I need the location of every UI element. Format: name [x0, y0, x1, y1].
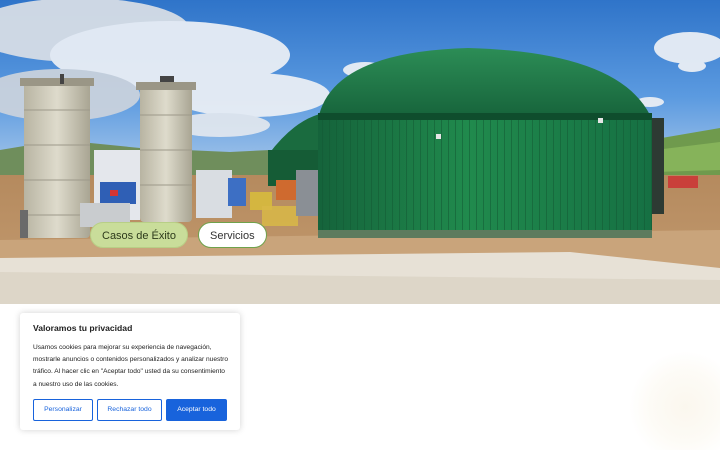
cookie-title: Valoramos tu privacidad: [33, 323, 133, 333]
accept-all-button[interactable]: Aceptar todo: [166, 398, 227, 421]
decorative-glow: [630, 352, 720, 450]
reject-all-button[interactable]: Rechazar todo: [97, 398, 162, 421]
success-stories-button[interactable]: Casos de Éxito: [90, 222, 188, 248]
customize-button[interactable]: Personalizar: [33, 398, 93, 421]
services-button[interactable]: Servicios: [197, 222, 267, 248]
cookie-actions: Personalizar Rechazar todo Aceptar todo: [33, 398, 227, 421]
page: Casos de Éxito Servicios Valoramos tu pr…: [0, 0, 720, 450]
cookie-banner: Valoramos tu privacidad Usamos cookies p…: [20, 313, 240, 430]
cookie-description: Usamos cookies para mejorar su experienc…: [33, 344, 228, 388]
hero-image: [0, 0, 720, 304]
hero-buttons: Casos de Éxito Servicios: [90, 222, 267, 248]
hero-section: Casos de Éxito Servicios: [0, 0, 720, 304]
